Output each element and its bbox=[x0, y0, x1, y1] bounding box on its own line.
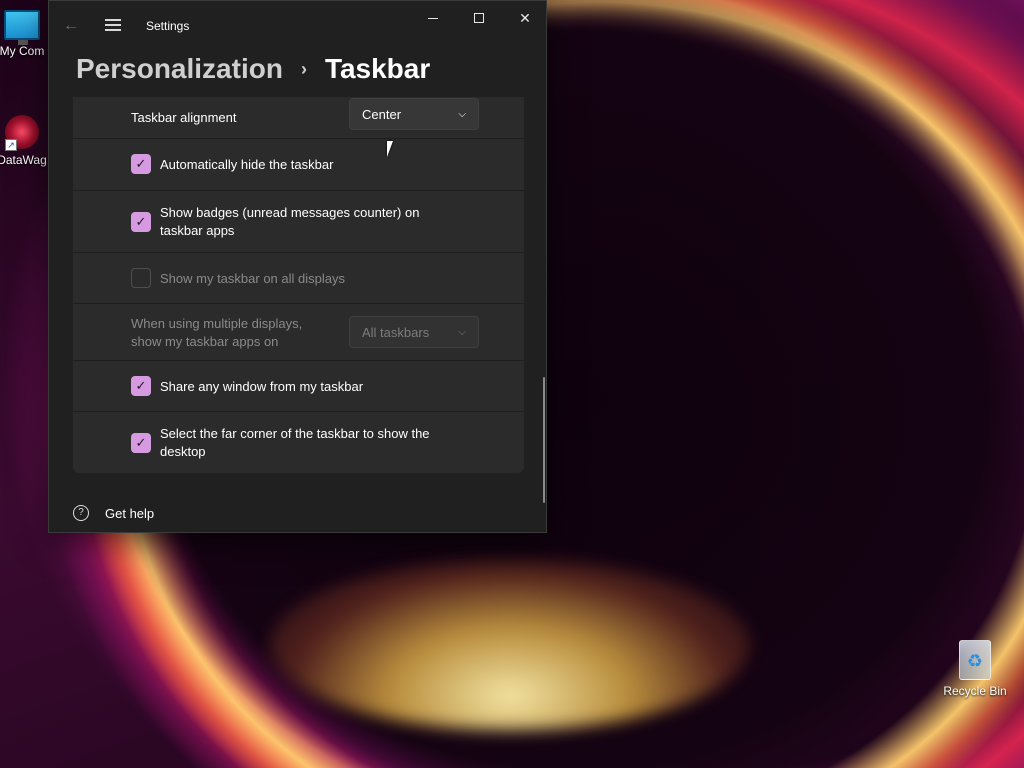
maximize-icon bbox=[474, 13, 484, 23]
setting-row-far-corner[interactable]: ✓ Select the far corner of the taskbar t… bbox=[73, 413, 524, 473]
app-title: Settings bbox=[146, 19, 190, 33]
setting-label-line: show my taskbar apps on bbox=[131, 333, 279, 349]
hamburger-menu-icon[interactable] bbox=[105, 19, 121, 31]
setting-row-auto-hide[interactable]: ✓ Automatically hide the taskbar bbox=[73, 140, 524, 191]
setting-label: Taskbar alignment bbox=[131, 109, 237, 125]
title-bar[interactable]: ← Settings ✕ bbox=[49, 1, 546, 49]
chevron-down-icon: ⌵ bbox=[458, 108, 466, 120]
close-icon: ✕ bbox=[519, 9, 531, 26]
shortcut-arrow-icon: ↗ bbox=[5, 139, 17, 151]
setting-label-line: When using multiple displays, bbox=[131, 315, 303, 331]
desktop-icon-label: Recycle Bin bbox=[943, 684, 1007, 698]
setting-row-taskbar-alignment: Taskbar alignment Center ⌵ bbox=[73, 97, 524, 139]
setting-row-share-window[interactable]: ✓ Share any window from my taskbar bbox=[73, 362, 524, 412]
setting-label: Show badges (unread messages counter) on… bbox=[160, 204, 419, 240]
checkmark-icon: ✓ bbox=[135, 214, 147, 229]
share-window-checkbox[interactable]: ✓ bbox=[131, 376, 151, 396]
setting-label-line: Show badges (unread messages counter) on bbox=[160, 205, 420, 220]
dropdown-value: All taskbars bbox=[362, 324, 430, 340]
desktop-icon-recycle-bin[interactable]: ♻ Recycle Bin bbox=[935, 640, 1015, 698]
breadcrumb-separator-icon: › bbox=[300, 58, 307, 79]
minimize-button[interactable] bbox=[410, 1, 456, 35]
close-button[interactable]: ✕ bbox=[502, 1, 546, 35]
get-help-link[interactable]: ? Get help bbox=[73, 505, 154, 521]
dropdown-value: Center bbox=[362, 106, 402, 122]
checkmark-icon: ✓ bbox=[135, 156, 147, 171]
checkmark-icon: ✓ bbox=[135, 378, 147, 393]
setting-label-line: desktop bbox=[160, 444, 206, 459]
computer-icon bbox=[4, 10, 40, 45]
far-corner-checkbox[interactable]: ✓ bbox=[131, 433, 151, 453]
setting-label: Show my taskbar on all displays bbox=[160, 270, 345, 286]
wallpaper-glow bbox=[270, 560, 750, 730]
get-help-label: Get help bbox=[105, 505, 155, 521]
scrollbar[interactable] bbox=[543, 377, 545, 503]
back-arrow-icon[interactable]: ← bbox=[63, 17, 79, 35]
settings-window: ← Settings ✕ Personalization › Taskbar T… bbox=[48, 0, 547, 533]
show-badges-checkbox[interactable]: ✓ bbox=[131, 212, 151, 232]
multiple-displays-dropdown: All taskbars ⌵ bbox=[349, 316, 479, 348]
minimize-icon bbox=[428, 17, 438, 19]
taskbar-alignment-dropdown[interactable]: Center ⌵ bbox=[349, 98, 479, 130]
auto-hide-checkbox[interactable]: ✓ bbox=[131, 154, 151, 174]
all-displays-checkbox bbox=[131, 268, 151, 288]
setting-label: When using multiple displays, show my ta… bbox=[131, 315, 302, 351]
breadcrumb-parent[interactable]: Personalization bbox=[76, 53, 283, 85]
setting-row-show-badges[interactable]: ✓ Show badges (unread messages counter) … bbox=[73, 192, 524, 253]
maximize-button[interactable] bbox=[456, 1, 502, 35]
settings-card: Taskbar alignment Center ⌵ ✓ Automatical… bbox=[73, 97, 524, 473]
setting-label: Automatically hide the taskbar bbox=[160, 157, 334, 172]
setting-label-line: taskbar apps bbox=[160, 223, 235, 238]
setting-label: Share any window from my taskbar bbox=[160, 378, 364, 394]
checkmark-icon: ✓ bbox=[135, 435, 147, 450]
datawagon-icon: ↗ bbox=[5, 115, 39, 151]
setting-row-all-displays: Show my taskbar on all displays bbox=[73, 254, 524, 304]
recycle-bin-icon: ♻ bbox=[959, 640, 991, 680]
mouse-cursor-icon bbox=[387, 141, 393, 157]
help-icon: ? bbox=[73, 505, 89, 521]
setting-label: Select the far corner of the taskbar to … bbox=[160, 425, 430, 461]
page-title: Taskbar bbox=[324, 53, 431, 84]
setting-label-line: Select the far corner of the taskbar to … bbox=[160, 426, 430, 441]
setting-row-multiple-displays: When using multiple displays, show my ta… bbox=[73, 305, 524, 361]
chevron-down-icon: ⌵ bbox=[458, 326, 466, 338]
breadcrumb: Personalization › Taskbar bbox=[76, 49, 430, 89]
